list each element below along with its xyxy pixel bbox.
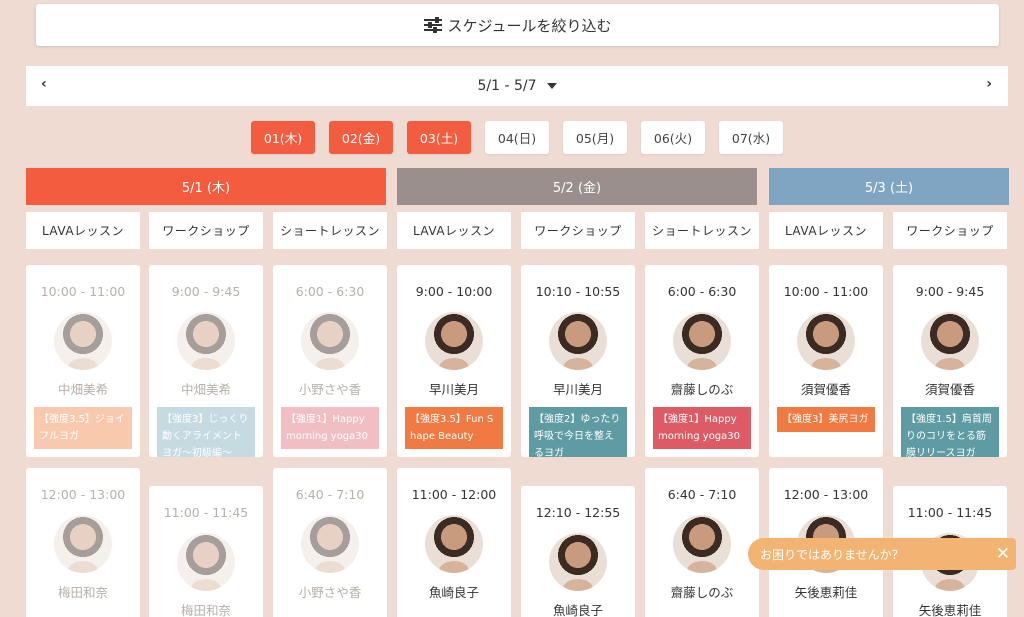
instructor-name: 魚崎良子 (428, 585, 479, 600)
lesson-tag: 【強度3】美尻ヨガ (777, 407, 875, 432)
instructor-name: 早川美月 (428, 382, 479, 397)
lesson-time: 11:00 - 11:45 (163, 505, 249, 520)
instructor-avatar (54, 515, 112, 573)
column-workshop: ワークショップ (893, 212, 1007, 249)
instructor-name: 齋藤しのぶ (670, 382, 734, 397)
lesson-time: 11:00 - 11:45 (907, 505, 993, 520)
lesson-time: 12:10 - 12:55 (535, 505, 621, 520)
instructor-name: 矢後恵莉佳 (918, 603, 982, 617)
instructor-name: 中畑美希 (57, 382, 108, 397)
instructor-avatar (301, 515, 359, 573)
lesson-card[interactable]: 9:00 - 9:45 須賀優香 【強度1.5】肩首周りのコリをとる筋膜リリース… (893, 265, 1007, 457)
lesson-card[interactable]: 9:00 - 10:00 早川美月 【強度3.5】Fun Shape Beaut… (397, 265, 511, 457)
lesson-tag: 【強度2】ゆったり呼吸で今日を整えるヨガ (529, 407, 627, 457)
lesson-tag: 【強度3.5】Fun Shape Beauty (405, 407, 503, 449)
lesson-card[interactable]: 6:40 - 7:10 齋藤しのぶ (645, 468, 759, 617)
instructor-avatar (177, 533, 235, 591)
lesson-card[interactable]: 6:40 - 7:10 小野さや香 (273, 468, 387, 617)
lesson-time: 9:00 - 9:45 (915, 284, 985, 299)
column-lava-lesson: LAVAレッスン (26, 212, 140, 249)
chevron-left-icon[interactable]: ‹ (41, 76, 47, 92)
column-short-lesson: ショートレッスン (645, 212, 759, 249)
filter-schedule-button[interactable]: スケジュールを絞り込む (36, 4, 999, 46)
instructor-name: 中畑美希 (180, 382, 231, 397)
instructor-avatar (673, 312, 731, 370)
instructor-avatar (301, 312, 359, 370)
instructor-avatar (673, 515, 731, 573)
day-tab-02[interactable]: 02(金) (329, 121, 393, 154)
lesson-tag: 【強度1.5】肩首周りのコリをとる筋膜リリースヨガ (901, 407, 999, 457)
day-tab-01[interactable]: 01(木) (251, 121, 315, 154)
lesson-time: 10:00 - 11:00 (40, 284, 126, 299)
close-icon[interactable]: ✕ (996, 544, 1010, 564)
lesson-card[interactable]: 10:00 - 11:00 須賀優香 【強度3】美尻ヨガ (769, 265, 883, 457)
lesson-time: 6:00 - 6:30 (295, 284, 365, 299)
week-selector: ‹ 5/1 - 5/7 › (26, 66, 1008, 106)
instructor-avatar (549, 312, 607, 370)
caret-down-icon (546, 83, 557, 89)
date-header-0501: 5/1 (木) (26, 168, 386, 205)
week-range[interactable]: 5/1 - 5/7 (477, 78, 557, 94)
lesson-tag: 【強度3.5】ジョイフルヨガ (34, 407, 132, 449)
date-header-0502: 5/2 (金) (397, 168, 757, 205)
lesson-tag: 【強度1】Happy morning yoga30 (281, 407, 379, 449)
instructor-name: 矢後恵莉佳 (794, 585, 858, 600)
filter-label: スケジュールを絞り込む (447, 16, 612, 35)
lesson-card[interactable]: 9:00 - 9:45 中畑美希 【強度3】じっくり動くアライメントヨガ～初級編… (149, 265, 263, 457)
instructor-name: 梅田和奈 (57, 585, 108, 600)
lesson-time: 9:00 - 10:00 (415, 284, 493, 299)
day-tab-04[interactable]: 04(日) (485, 121, 549, 154)
instructor-name: 須賀優香 (800, 382, 851, 397)
lesson-card[interactable]: 6:00 - 6:30 小野さや香 【強度1】Happy morning yog… (273, 265, 387, 457)
instructor-avatar (425, 515, 483, 573)
day-tabs: 01(木) 02(金) 03(土) 04(日) 05(月) 06(火) 07(水… (251, 121, 783, 154)
lesson-card[interactable]: 12:00 - 13:00 梅田和奈 (26, 468, 140, 617)
instructor-avatar (425, 312, 483, 370)
lesson-card[interactable]: 10:10 - 10:55 早川美月 【強度2】ゆったり呼吸で今日を整えるヨガ (521, 265, 635, 457)
day-tab-07[interactable]: 07(水) (719, 121, 783, 154)
column-lava-lesson: LAVAレッスン (397, 212, 511, 249)
column-lava-lesson: LAVAレッスン (769, 212, 883, 249)
lesson-card[interactable]: 6:00 - 6:30 齋藤しのぶ 【強度1】Happy morning yog… (645, 265, 759, 457)
help-chat-popup[interactable]: お困りではありませんか？ ✕ (748, 538, 1016, 570)
day-tab-06[interactable]: 06(火) (641, 121, 705, 154)
lesson-time: 6:40 - 7:10 (295, 487, 365, 502)
lesson-tag: 【強度3】じっくり動くアライメントヨガ～初級編～ (157, 407, 255, 457)
lesson-time: 9:00 - 9:45 (171, 284, 241, 299)
day-tab-03[interactable]: 03(土) (407, 121, 471, 154)
lesson-time: 11:00 - 12:00 (411, 487, 497, 502)
instructor-avatar (54, 312, 112, 370)
instructor-name: 小野さや香 (298, 382, 362, 397)
lesson-time: 6:00 - 6:30 (667, 284, 737, 299)
lesson-card[interactable]: 10:00 - 11:00 中畑美希 【強度3.5】ジョイフルヨガ (26, 265, 140, 457)
column-workshop: ワークショップ (521, 212, 635, 249)
instructor-avatar (177, 312, 235, 370)
date-header-0503: 5/3 (土) (769, 168, 1009, 205)
column-short-lesson: ショートレッスン (273, 212, 387, 249)
instructor-name: 小野さや香 (298, 585, 362, 600)
lesson-time: 6:40 - 7:10 (667, 487, 737, 502)
lesson-card[interactable]: 11:00 - 11:45 梅田和奈 (149, 486, 263, 617)
lesson-tag: 【強度1】Happy morning yoga30 (653, 407, 751, 449)
instructor-avatar (797, 312, 855, 370)
instructor-name: 須賀優香 (924, 382, 975, 397)
lesson-time: 10:10 - 10:55 (535, 284, 621, 299)
help-text: お困りではありませんか？ (760, 547, 904, 562)
instructor-name: 魚崎良子 (552, 603, 603, 617)
instructor-name: 梅田和奈 (180, 603, 231, 617)
column-workshop: ワークショップ (149, 212, 263, 249)
instructor-avatar (549, 533, 607, 591)
lesson-card[interactable]: 11:00 - 12:00 魚崎良子 (397, 468, 511, 617)
lesson-time: 10:00 - 11:00 (783, 284, 869, 299)
day-tab-05[interactable]: 05(月) (563, 121, 627, 154)
instructor-name: 齋藤しのぶ (670, 585, 734, 600)
lesson-time: 12:00 - 13:00 (783, 487, 869, 502)
filter-sliders-icon (423, 17, 442, 33)
lesson-card[interactable]: 12:10 - 12:55 魚崎良子 (521, 486, 635, 617)
chevron-right-icon[interactable]: › (986, 76, 992, 92)
instructor-name: 早川美月 (552, 382, 603, 397)
lesson-time: 12:00 - 13:00 (40, 487, 126, 502)
instructor-avatar (921, 312, 979, 370)
